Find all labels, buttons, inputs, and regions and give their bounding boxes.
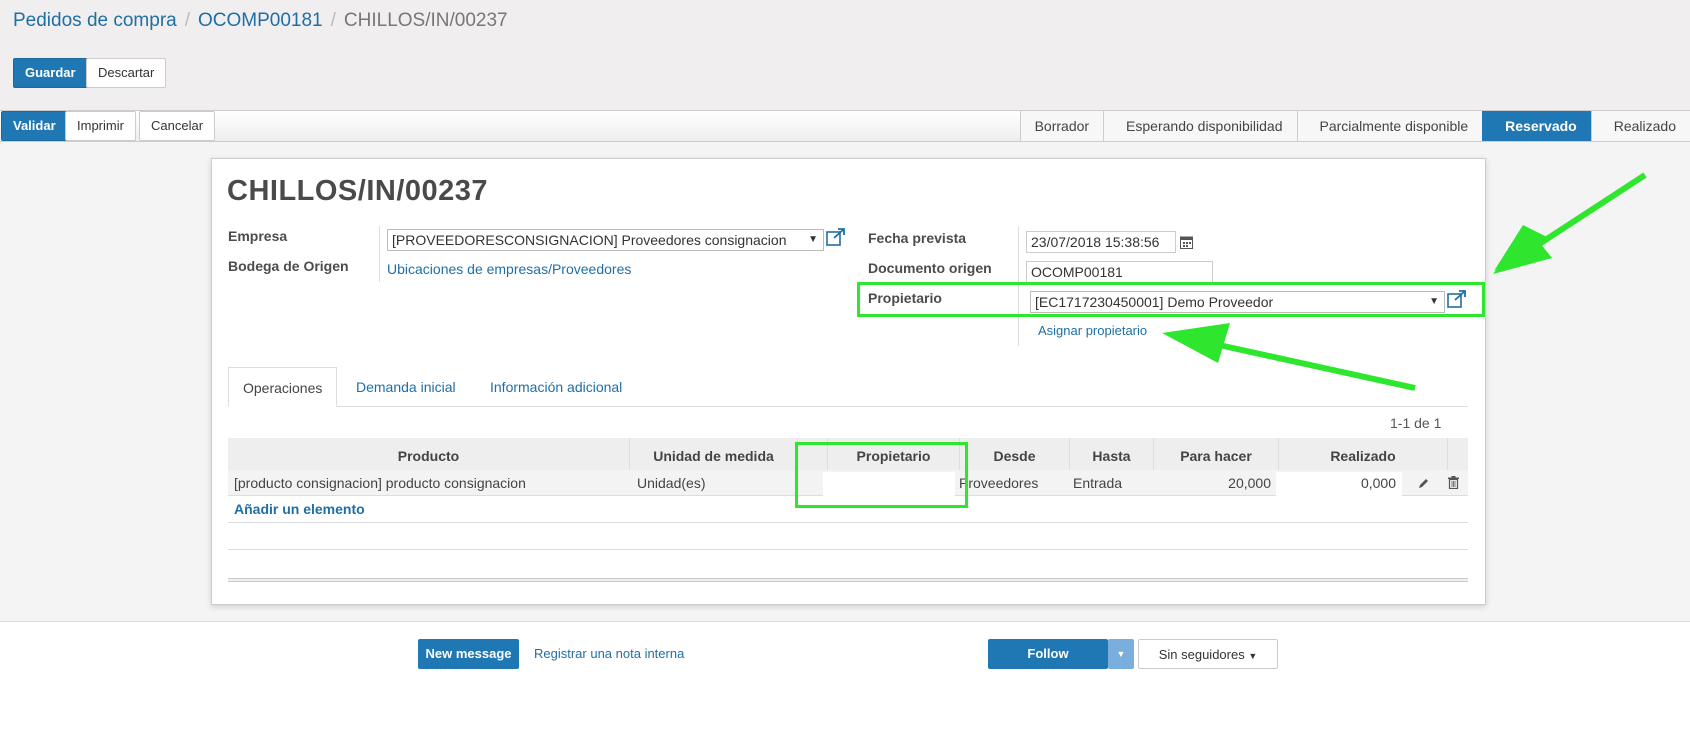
- col-para-hacer[interactable]: Para hacer: [1154, 438, 1279, 470]
- stage-borrador[interactable]: Borrador: [1019, 111, 1104, 141]
- follow-dropdown-caret-icon[interactable]: ▼: [1108, 639, 1134, 669]
- stage-parcial[interactable]: Parcialmente disponible: [1296, 111, 1483, 141]
- col-unidad[interactable]: Unidad de medida: [630, 438, 798, 470]
- divider: [379, 226, 380, 282]
- log-note-link[interactable]: Registrar una nota interna: [534, 646, 684, 661]
- followers-dropdown[interactable]: Sin seguidores ▼: [1138, 639, 1278, 669]
- documento-input[interactable]: OCOMP00181: [1026, 261, 1213, 283]
- breadcrumb-separator: /: [330, 10, 336, 31]
- bodega-label: Bodega de Origen: [228, 258, 349, 274]
- external-link-icon[interactable]: [826, 228, 846, 246]
- asignar-propietario-link[interactable]: Asignar propietario: [1038, 323, 1147, 338]
- arrow-annotation: [1493, 172, 1647, 274]
- stage-reservado[interactable]: Reservado: [1482, 111, 1591, 141]
- trash-icon[interactable]: [1448, 476, 1459, 489]
- cell-para-hacer[interactable]: 20,000: [1154, 470, 1271, 496]
- tab-demanda-inicial[interactable]: Demanda inicial: [356, 367, 456, 407]
- arrow-annotation: [1162, 323, 1416, 391]
- breadcrumb-root[interactable]: Pedidos de compra: [13, 10, 177, 31]
- cell-desde[interactable]: Proveedores: [959, 470, 1038, 496]
- highlight-box-propietario: [857, 282, 1485, 317]
- control-panel: Pedidos de compra / OCOMP00181 / CHILLOS/IN/…: [0, 0, 1690, 110]
- pager[interactable]: 1-1 de 1: [1390, 415, 1441, 431]
- col-producto[interactable]: Producto: [228, 438, 630, 470]
- calendar-icon[interactable]: [1180, 235, 1193, 249]
- empresa-label: Empresa: [228, 228, 288, 244]
- col-hasta[interactable]: Hasta: [1070, 438, 1154, 470]
- fecha-input[interactable]: 23/07/2018 15:38:56: [1026, 231, 1176, 253]
- tab-operaciones[interactable]: Operaciones: [228, 367, 338, 407]
- col-realizado[interactable]: Realizado: [1279, 438, 1448, 470]
- cancel-button[interactable]: Cancelar: [139, 111, 216, 141]
- row-divider: [228, 522, 1468, 523]
- new-message-button[interactable]: New message: [418, 639, 519, 669]
- followers-label: Sin seguidores: [1158, 647, 1245, 662]
- caret-down-icon: ▼: [1248, 651, 1258, 661]
- stage-bar: Borrador Esperando disponibilidad Parcia…: [1019, 111, 1690, 141]
- follow-button[interactable]: Follow: [988, 639, 1108, 669]
- empresa-select[interactable]: [PROVEEDORESCONSIGNACION] Proveedores co…: [387, 229, 824, 251]
- cell-unidad[interactable]: Unidad(es): [637, 470, 705, 496]
- save-button[interactable]: Guardar: [13, 58, 88, 88]
- cell-hasta[interactable]: Entrada: [1073, 470, 1122, 496]
- table-footer: [228, 578, 1468, 586]
- highlight-box-column: [795, 442, 968, 508]
- breadcrumb: Pedidos de compra / OCOMP00181 / CHILLOS/IN/…: [13, 10, 508, 32]
- col-desde[interactable]: Desde: [960, 438, 1070, 470]
- pencil-icon[interactable]: [1418, 477, 1430, 489]
- caret-down-icon: ▼: [808, 234, 818, 245]
- empresa-value: [PROVEEDORESCONSIGNACION] Proveedores co…: [392, 232, 787, 248]
- statusbar: Validar Imprimir Cancelar Borrador Esper…: [0, 110, 1690, 142]
- breadcrumb-current: CHILLOS/IN/00237: [343, 10, 508, 31]
- cell-producto[interactable]: [producto consignacion] producto consign…: [234, 470, 526, 496]
- bodega-link[interactable]: Ubicaciones de empresas/Proveedores: [387, 261, 631, 277]
- print-button[interactable]: Imprimir: [65, 111, 136, 141]
- stage-esperando[interactable]: Esperando disponibilidad: [1103, 111, 1297, 141]
- documento-label: Documento origen: [868, 260, 992, 276]
- cell-realizado[interactable]: 0,000: [1276, 470, 1396, 496]
- validate-button[interactable]: Validar: [1, 111, 68, 141]
- stage-realizado[interactable]: Realizado: [1590, 111, 1690, 141]
- record-title: CHILLOS/IN/00237: [227, 175, 489, 207]
- add-line-link[interactable]: Añadir un elemento: [234, 501, 365, 517]
- discard-button[interactable]: Descartar: [86, 58, 167, 88]
- breadcrumb-separator: /: [184, 10, 190, 31]
- fecha-label: Fecha prevista: [868, 230, 967, 246]
- row-divider: [228, 549, 1468, 550]
- breadcrumb-parent[interactable]: OCOMP00181: [198, 10, 323, 31]
- tab-informacion-adicional[interactable]: Información adicional: [490, 367, 622, 407]
